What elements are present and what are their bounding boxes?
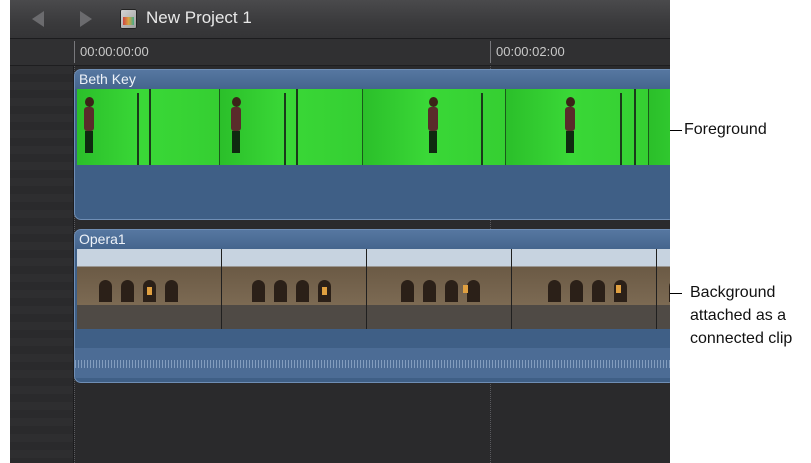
background-clip[interactable]: Opera1 [74, 229, 670, 383]
video-frame [649, 89, 670, 165]
back-arrow-icon[interactable] [32, 11, 44, 27]
person-figure [84, 107, 94, 131]
person-figure [232, 131, 240, 153]
video-frame [220, 89, 363, 165]
foreground-filmstrip [77, 89, 670, 165]
person-figure [429, 97, 438, 107]
ruler-tick [490, 41, 491, 63]
building-arch [669, 280, 670, 302]
person-figure [429, 131, 437, 153]
video-frame [77, 89, 220, 165]
video-frame [363, 89, 506, 165]
light-stand [137, 93, 139, 165]
person-figure [566, 97, 575, 107]
building-arch [467, 280, 480, 302]
building-arch [548, 280, 561, 302]
video-frame [367, 249, 512, 329]
video-frame [512, 249, 657, 329]
timeline-left-gutter [10, 66, 74, 463]
clip-name-beth-key: Beth Key [79, 71, 136, 87]
building-arch [445, 280, 458, 302]
timeline-window: New Project 1 00:00:00:00 00:00:02:00 Be… [10, 0, 670, 463]
light-stand [284, 93, 286, 165]
timeline-ruler[interactable]: 00:00:00:00 00:00:02:00 [10, 39, 670, 66]
building-arch [252, 280, 265, 302]
callout-background-line2: attached as a [690, 307, 787, 324]
building-arch [121, 280, 134, 302]
video-frame [657, 249, 670, 329]
building-arch [423, 280, 436, 302]
timecode-start: 00:00:00:00 [80, 44, 149, 59]
light-stand [481, 93, 483, 165]
person-figure [428, 107, 438, 131]
project-icon [120, 9, 137, 29]
person-figure [85, 131, 93, 153]
audio-waveform [75, 360, 670, 368]
callout-background-line1: Background [690, 284, 776, 301]
forward-arrow-icon[interactable] [80, 11, 92, 27]
lit-window [616, 285, 621, 293]
callout-foreground: Foreground [684, 121, 767, 138]
foreground-clip[interactable]: Beth Key [74, 69, 670, 220]
timecode-2s: 00:00:02:00 [496, 44, 565, 59]
building-arch [570, 280, 583, 302]
video-frame [222, 249, 367, 329]
person-figure [566, 131, 574, 153]
lit-window [147, 287, 152, 295]
callout-background-line3: connected clip [690, 330, 793, 347]
timeline-toolbar: New Project 1 [10, 0, 670, 39]
building-arch [296, 280, 309, 302]
person-figure [232, 97, 241, 107]
video-frame [77, 249, 222, 329]
project-title[interactable]: New Project 1 [146, 8, 252, 28]
lit-window [463, 285, 468, 293]
light-stand [149, 89, 151, 165]
background-filmstrip [77, 249, 670, 329]
clip-header [75, 70, 670, 89]
building-arch [274, 280, 287, 302]
audio-waveform-track[interactable] [75, 348, 670, 378]
light-stand [296, 89, 298, 165]
building-arch [401, 280, 414, 302]
clip-header [75, 230, 670, 249]
person-figure [565, 107, 575, 131]
callout-leader-background [670, 293, 682, 294]
light-stand [620, 93, 622, 165]
lit-window [322, 287, 327, 295]
light-stand [634, 89, 636, 165]
ruler-tick [74, 41, 75, 63]
clip-name-opera1: Opera1 [79, 231, 126, 247]
building-arch [99, 280, 112, 302]
callout-leader-foreground [670, 130, 682, 131]
building-arch [592, 280, 605, 302]
person-figure [231, 107, 241, 131]
building-arch [165, 280, 178, 302]
video-frame [506, 89, 649, 165]
person-figure [85, 97, 94, 107]
